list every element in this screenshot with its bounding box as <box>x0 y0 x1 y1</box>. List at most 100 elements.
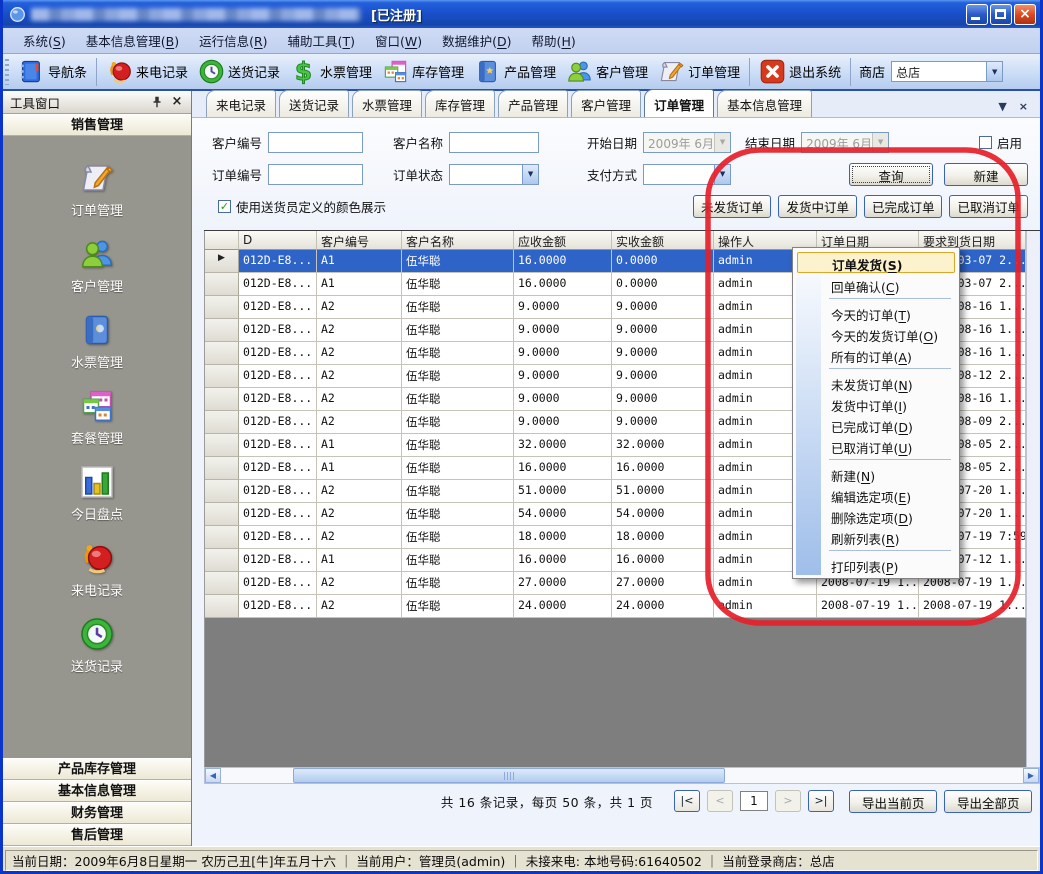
row-selector-cell[interactable] <box>205 388 239 411</box>
chevron-down-icon[interactable]: ▼ <box>522 165 538 184</box>
toolbar-button[interactable]: 导航条 <box>13 56 92 88</box>
export-current-page-button[interactable]: 导出当前页 <box>849 790 937 813</box>
tab-close-icon[interactable]: × <box>1013 100 1034 117</box>
tab-4[interactable]: 库存管理 <box>425 90 495 117</box>
tab-scroll-down-icon[interactable]: ▼ <box>992 100 1012 117</box>
export-all-pages-button[interactable]: 导出全部页 <box>944 790 1032 813</box>
context-menu-item-O[interactable]: 今天的发货订单(O) <box>795 323 957 344</box>
row-selector-cell[interactable] <box>205 457 239 480</box>
pay-method-combobox[interactable]: ▼ <box>643 164 731 185</box>
chevron-down-icon[interactable]: ▼ <box>986 62 1002 81</box>
toolbar-button[interactable]: 客户管理 <box>561 56 653 88</box>
context-menu-item-A[interactable]: 所有的订单(A) <box>795 344 957 365</box>
sidebar-group-bar[interactable]: 基本信息管理 <box>3 780 191 802</box>
toolbar-button[interactable]: 送货记录 <box>193 56 285 88</box>
close-button[interactable]: × <box>1014 4 1036 25</box>
context-menu-item-N[interactable]: 新建(N) <box>795 463 957 484</box>
scroll-left-icon[interactable]: ◀ <box>205 768 221 783</box>
menubar-item-D[interactable]: 数据维护(D) <box>432 28 521 53</box>
scrollbar-thumb[interactable] <box>293 768 725 783</box>
context-menu-item-C[interactable]: 回单确认(C) <box>795 274 957 295</box>
sidebar-group-sales[interactable]: 销售管理 <box>3 114 191 136</box>
order-status-filter-button[interactable]: 发货中订单 <box>778 195 857 218</box>
toolbar-button[interactable]: 退出系统 <box>754 56 846 88</box>
color-checkbox[interactable]: ✓ <box>218 200 231 213</box>
context-menu-item-D[interactable]: 删除选定项(D) <box>795 505 957 526</box>
row-selector-cell[interactable] <box>205 342 239 365</box>
sidebar-group-bar[interactable]: 财务管理 <box>3 802 191 824</box>
menubar-item-R[interactable]: 运行信息(R) <box>189 28 277 53</box>
sidebar-group-bar[interactable]: 售后管理 <box>3 824 191 846</box>
context-menu-item-I[interactable]: 发货中订单(I) <box>795 393 957 414</box>
scroll-right-icon[interactable]: ▶ <box>1023 768 1039 783</box>
toolbar-button[interactable]: 来电记录 <box>101 56 193 88</box>
customer-no-input[interactable] <box>268 132 363 153</box>
new-button[interactable]: 新建 <box>944 163 1028 186</box>
row-selector-cell[interactable] <box>205 434 239 457</box>
row-selector-cell[interactable] <box>205 411 239 434</box>
tab-7[interactable]: 订单管理 <box>644 89 714 117</box>
first-page-button[interactable]: |< <box>674 790 700 812</box>
enable-checkbox[interactable] <box>979 136 992 149</box>
row-selector-cell[interactable] <box>205 296 239 319</box>
sidebar-item[interactable]: 来电记录 <box>71 540 123 599</box>
order-status-filter-button[interactable]: 已取消订单 <box>949 195 1028 218</box>
tab-2[interactable]: 送货记录 <box>279 90 349 117</box>
grid-column-header[interactable]: 应收金额 <box>514 231 612 250</box>
context-menu-item-N[interactable]: 未发货订单(N) <box>795 372 957 393</box>
page-number-input[interactable]: 1 <box>740 791 768 811</box>
close-icon[interactable]: × <box>170 95 184 109</box>
minimize-button[interactable] <box>966 4 988 25</box>
order-status-filter-button[interactable]: 未发货订单 <box>693 195 772 218</box>
context-menu-item-E[interactable]: 编辑选定项(E) <box>795 484 957 505</box>
next-page-button[interactable]: > <box>775 790 801 812</box>
chevron-down-icon[interactable]: ▼ <box>714 165 730 184</box>
context-menu-item-P[interactable]: 打印列表(P) <box>795 554 957 575</box>
grid-column-header[interactable]: 实收金额 <box>612 231 714 250</box>
sidebar-item[interactable]: 订单管理 <box>71 160 123 219</box>
tab-1[interactable]: 来电记录 <box>206 90 276 117</box>
prev-page-button[interactable]: < <box>707 790 733 812</box>
context-menu-item-T[interactable]: 今天的订单(T) <box>795 302 957 323</box>
row-selector-cell[interactable]: ▶ <box>205 250 239 273</box>
tab-3[interactable]: 水票管理 <box>352 90 422 117</box>
tab-8[interactable]: 基本信息管理 <box>717 90 812 117</box>
menubar-item-W[interactable]: 窗口(W) <box>365 28 432 53</box>
vertical-scrollbar[interactable] <box>1026 231 1040 767</box>
shop-combobox[interactable]: 总店 ▼ <box>891 61 1003 82</box>
row-selector-cell[interactable] <box>205 572 239 595</box>
toolbar-button[interactable]: 产品管理 <box>469 56 561 88</box>
row-selector-cell[interactable] <box>205 526 239 549</box>
grid-column-header[interactable]: D <box>239 231 317 250</box>
tab-5[interactable]: 产品管理 <box>498 90 568 117</box>
context-menu-item-U[interactable]: 已取消订单(U) <box>795 435 957 456</box>
toolbar-button[interactable]: 库存管理 <box>377 56 469 88</box>
sidebar-item[interactable]: 今日盘点 <box>71 464 123 523</box>
toolbar-button[interactable]: $水票管理 <box>285 56 377 88</box>
sidebar-item[interactable]: 送货记录 <box>71 616 123 675</box>
query-button[interactable]: 查询 <box>849 163 933 186</box>
row-selector-cell[interactable] <box>205 549 239 572</box>
sidebar-item[interactable]: 水票管理 <box>71 312 123 371</box>
menubar-item-T[interactable]: 辅助工具(T) <box>278 28 365 53</box>
menubar-item-H[interactable]: 帮助(H) <box>522 28 586 53</box>
order-status-filter-button[interactable]: 已完成订单 <box>864 195 943 218</box>
order-status-combobox[interactable]: ▼ <box>449 164 539 185</box>
pin-icon[interactable] <box>150 95 164 109</box>
context-menu-item-D[interactable]: 已完成订单(D) <box>795 414 957 435</box>
toolbar-button[interactable]: 订单管理 <box>653 56 745 88</box>
toolbar-grip[interactable] <box>5 59 9 85</box>
end-date-picker[interactable]: 2009年 6月 8日 ▼ <box>801 132 889 153</box>
row-selector-cell[interactable] <box>205 273 239 296</box>
tab-6[interactable]: 客户管理 <box>571 90 641 117</box>
grid-column-header[interactable]: 客户编号 <box>317 231 402 250</box>
context-menu-item-R[interactable]: 刷新列表(R) <box>795 526 957 547</box>
last-page-button[interactable]: >| <box>808 790 834 812</box>
context-menu-item-S[interactable]: 订单发货(S) <box>797 252 955 273</box>
grid-column-header[interactable]: 客户名称 <box>402 231 514 250</box>
row-selector-cell[interactable] <box>205 319 239 342</box>
maximize-button[interactable] <box>990 4 1012 25</box>
start-date-picker[interactable]: 2009年 6月 8日 ▼ <box>643 132 731 153</box>
row-selector-cell[interactable] <box>205 595 239 618</box>
row-selector-cell[interactable] <box>205 480 239 503</box>
